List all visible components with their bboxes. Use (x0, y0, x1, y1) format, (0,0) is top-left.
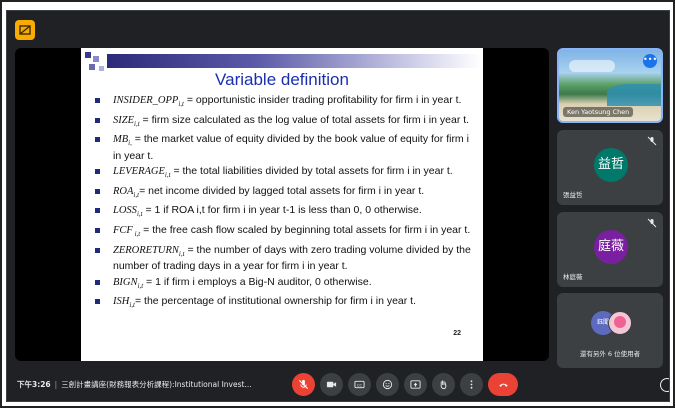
variable-item: FCF i,t = the free cash flow scaled by b… (91, 224, 479, 241)
participant-tile[interactable]: 庭薇 林庭薇 (557, 212, 663, 287)
presenter-tile[interactable]: ••• Ken Yaotsung Chen (557, 48, 663, 123)
mic-off-icon (647, 136, 657, 146)
variable-definition: = the market value of equity divided by … (113, 133, 469, 162)
mic-off-icon (647, 218, 657, 228)
variable-definition: = opportunistic insider trading profitab… (183, 94, 462, 106)
mic-off-icon (298, 379, 309, 390)
variable-symbol: ISH (113, 296, 130, 308)
variable-item: SIZEi,t = firm size calculated as the lo… (91, 114, 479, 131)
variable-definition: = 1 if ROA i,t for firm i in year t-1 is… (142, 204, 422, 217)
emoji-icon (382, 379, 393, 390)
variable-item: ISHi,t= the percentage of institutional … (91, 295, 479, 312)
meeting-details-icon[interactable] (660, 378, 669, 392)
variable-definition: = the percentage of institutional owners… (134, 295, 417, 308)
hang-up-icon (498, 383, 508, 387)
raise-hand-button[interactable] (432, 373, 455, 396)
captions-icon: CC (354, 380, 365, 389)
others-label: 還有另外 6 位使用者 (579, 350, 641, 358)
raise-hand-icon (440, 380, 447, 390)
slide-page-number: 22 (453, 330, 461, 337)
variable-symbol: BIGN (113, 276, 138, 288)
other-participants-tile[interactable]: 鈺聞 還有另外 6 位使用者 (557, 293, 663, 368)
variable-symbol: LEVERAGE (113, 166, 165, 178)
variable-symbol: ZERORETURN (113, 244, 179, 256)
background-sea (607, 84, 661, 106)
camera-icon (326, 381, 337, 388)
camera-toggle-button[interactable] (320, 373, 343, 396)
variable-item: ZERORETURNi,t = the number of days with … (91, 244, 479, 273)
variable-symbol: INSIDER_OPP (113, 95, 179, 106)
variable-symbol: MB (113, 134, 129, 146)
hang-up-button[interactable] (488, 373, 518, 396)
avatar: 庭薇 (594, 230, 628, 264)
bottom-bar: 下午3:26 | 三創計畫講座(財務報表分析課程):Institutional In… (7, 369, 669, 401)
variable-item: INSIDER_OPPi,t = opportunistic insider t… (91, 94, 479, 111)
participant-tile[interactable]: 益哲 張益哲 (557, 130, 663, 205)
variable-definition: = the total liabilities divided by total… (170, 165, 453, 178)
meeting-info: 下午3:26 | 三創計畫講座(財務報表分析課程):Institutional In… (17, 379, 252, 390)
separator: | (54, 380, 58, 389)
variable-symbol: FCF (113, 225, 133, 237)
variable-definition: = firm size calculated as the log value … (139, 113, 470, 126)
variable-item: MBi, = the market value of equity divide… (91, 133, 479, 162)
variable-definition: = net income divided by lagged total ass… (139, 184, 425, 197)
avatar: 益哲 (594, 148, 628, 182)
participant-name: 張益哲 (563, 191, 583, 199)
reactions-button[interactable] (376, 373, 399, 396)
meeting-time: 下午3:26 (17, 380, 51, 389)
slide-title: Variable definition (215, 70, 349, 89)
meeting-title: 三創計畫講座(財務報表分析課程):Institutional Invest... (61, 380, 252, 389)
mic-toggle-button[interactable] (292, 373, 315, 396)
present-button[interactable] (404, 373, 427, 396)
more-options-button[interactable] (460, 373, 483, 396)
variable-item: LOSSi,t = 1 if ROA i,t for firm i in yea… (91, 204, 479, 221)
avatar (608, 311, 632, 335)
more-options-icon (470, 380, 473, 389)
call-controls: CC (292, 373, 518, 397)
svg-text:CC: CC (357, 383, 363, 387)
variable-symbol: ROA (113, 185, 134, 197)
variable-definition: = the free cash flow scaled by beginning… (140, 224, 471, 237)
more-dots-icon[interactable]: ••• (643, 54, 657, 68)
variable-symbol: LOSS (113, 205, 137, 217)
captions-button[interactable]: CC (348, 373, 371, 396)
presenter-name: Ken Yaotsung Chen (563, 107, 634, 117)
participant-name: 林庭薇 (563, 273, 583, 281)
background-cloud (569, 60, 615, 72)
variable-item: LEVERAGEi,t = the total liabilities divi… (91, 165, 479, 182)
variable-list: INSIDER_OPPi,t = opportunistic insider t… (91, 94, 479, 315)
slide-title-bar (107, 54, 481, 68)
variable-item: BIGNi,t = 1 if firm i employs a Big-N au… (91, 276, 479, 293)
others-avatars: 鈺聞 (591, 311, 633, 337)
variable-definition: = 1 if firm i employs a Big-N auditor, 0… (143, 275, 372, 288)
variable-symbol: SIZE (113, 114, 134, 126)
app-badge-icon[interactable] (15, 20, 35, 40)
present-icon (410, 380, 421, 389)
presentation-stage: Variable definition INSIDER_OPPi,t = opp… (15, 48, 549, 361)
meet-window: Variable definition INSIDER_OPPi,t = opp… (6, 10, 670, 402)
variable-item: ROAi,t= net income divided by lagged tot… (91, 185, 479, 202)
slide: Variable definition INSIDER_OPPi,t = opp… (81, 48, 483, 361)
